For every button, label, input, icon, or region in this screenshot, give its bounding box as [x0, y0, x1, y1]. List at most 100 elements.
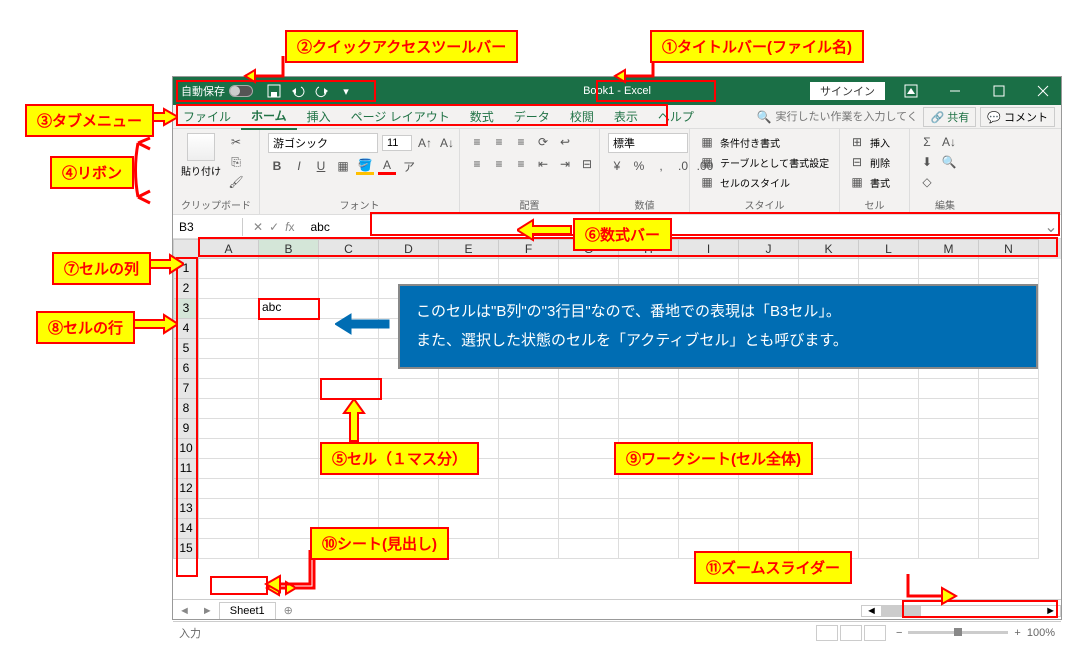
formula-input[interactable] [304, 218, 1041, 236]
fontinc-icon[interactable]: A↑ [416, 134, 434, 152]
cell-A7[interactable] [199, 379, 259, 399]
col-header-K[interactable]: K [799, 239, 859, 259]
row-header-11[interactable]: 11 [173, 459, 199, 479]
ribbon-display-icon[interactable] [893, 77, 929, 105]
cell-E8[interactable] [439, 399, 499, 419]
cell-A3[interactable] [199, 299, 259, 319]
cell-D1[interactable] [379, 259, 439, 279]
cond-format-button[interactable]: ▦条件付き書式 [698, 133, 780, 151]
cell-B10[interactable] [259, 439, 319, 459]
cell-A4[interactable] [199, 319, 259, 339]
undo-icon[interactable] [291, 84, 305, 98]
cell-B2[interactable] [259, 279, 319, 299]
tab-review[interactable]: 校閲 [560, 104, 604, 129]
cut-icon[interactable]: ✂ [227, 133, 245, 151]
cell-N14[interactable] [979, 519, 1039, 539]
zoom-slider[interactable]: − + 100% [896, 627, 1055, 639]
sheet-nav-prev-icon[interactable]: ◄ [173, 605, 196, 617]
cell-L10[interactable] [859, 439, 919, 459]
cell-L1[interactable] [859, 259, 919, 279]
cell-M8[interactable] [919, 399, 979, 419]
cell-E13[interactable] [439, 499, 499, 519]
percent-icon[interactable]: % [630, 157, 648, 175]
cancel-icon[interactable]: ✕ [253, 220, 263, 234]
font-name-select[interactable]: 游ゴシック [268, 133, 378, 153]
col-header-E[interactable]: E [439, 239, 499, 259]
cell-K7[interactable] [799, 379, 859, 399]
cell-B4[interactable] [259, 319, 319, 339]
cell-K8[interactable] [799, 399, 859, 419]
underline-icon[interactable]: U [312, 157, 330, 175]
cell-M15[interactable] [919, 539, 979, 559]
cell-F10[interactable] [499, 439, 559, 459]
cell-A10[interactable] [199, 439, 259, 459]
cell-F7[interactable] [499, 379, 559, 399]
row-header-8[interactable]: 8 [173, 399, 199, 419]
cell-D9[interactable] [379, 419, 439, 439]
indentinc-icon[interactable]: ⇥ [556, 155, 574, 173]
row-header-9[interactable]: 9 [173, 419, 199, 439]
cell-C13[interactable] [319, 499, 379, 519]
format-button[interactable]: ▦書式 [848, 173, 890, 191]
cell-N8[interactable] [979, 399, 1039, 419]
cell-L7[interactable] [859, 379, 919, 399]
cell-A14[interactable] [199, 519, 259, 539]
cell-G14[interactable] [559, 519, 619, 539]
delete-button[interactable]: ⊟削除 [848, 153, 890, 171]
cell-H8[interactable] [619, 399, 679, 419]
sheet-nav-next-icon[interactable]: ► [196, 605, 219, 617]
pagelayout-view-icon[interactable] [840, 625, 862, 641]
cell-F11[interactable] [499, 459, 559, 479]
cell-N13[interactable] [979, 499, 1039, 519]
cell-C1[interactable] [319, 259, 379, 279]
expand-formula-icon[interactable]: ⌄ [1041, 217, 1061, 237]
clear-icon[interactable]: ◇ [918, 173, 936, 191]
tab-data[interactable]: データ [504, 104, 560, 129]
cell-I12[interactable] [679, 479, 739, 499]
number-format-select[interactable]: 標準 [608, 133, 688, 153]
hscroll-bar[interactable]: ◄ ► [861, 605, 1061, 617]
cell-B8[interactable] [259, 399, 319, 419]
paste-button[interactable]: 貼り付け [181, 133, 221, 178]
formatpainter-icon[interactable]: 🖌 [227, 173, 245, 191]
cell-M14[interactable] [919, 519, 979, 539]
cell-M13[interactable] [919, 499, 979, 519]
tab-view[interactable]: 表示 [604, 104, 648, 129]
phonetic-icon[interactable]: ア [400, 157, 418, 175]
cell-H12[interactable] [619, 479, 679, 499]
cell-H13[interactable] [619, 499, 679, 519]
cell-A1[interactable] [199, 259, 259, 279]
cell-I14[interactable] [679, 519, 739, 539]
row-header-6[interactable]: 6 [173, 359, 199, 379]
pagebreak-view-icon[interactable] [864, 625, 886, 641]
cell-G15[interactable] [559, 539, 619, 559]
zoom-percent[interactable]: 100% [1027, 627, 1055, 639]
cell-F15[interactable] [499, 539, 559, 559]
cell-G7[interactable] [559, 379, 619, 399]
border-icon[interactable]: ▦ [334, 157, 352, 175]
cell-A5[interactable] [199, 339, 259, 359]
close-icon[interactable] [1025, 77, 1061, 105]
cell-I13[interactable] [679, 499, 739, 519]
cell-A12[interactable] [199, 479, 259, 499]
cell-A2[interactable] [199, 279, 259, 299]
cell-I9[interactable] [679, 419, 739, 439]
zoom-out-icon[interactable]: − [896, 627, 902, 639]
sort-icon[interactable]: A↓ [940, 133, 958, 151]
cell-F12[interactable] [499, 479, 559, 499]
sheet-tab[interactable]: Sheet1 [219, 602, 276, 619]
tellme-input[interactable] [775, 111, 915, 123]
alignright-icon[interactable]: ≡ [512, 155, 530, 173]
cell-M12[interactable] [919, 479, 979, 499]
cell-B3[interactable]: abc [259, 299, 319, 319]
cell-M11[interactable] [919, 459, 979, 479]
bold-icon[interactable]: B [268, 157, 286, 175]
tab-formulas[interactable]: 数式 [460, 104, 504, 129]
col-header-J[interactable]: J [739, 239, 799, 259]
cell-E9[interactable] [439, 419, 499, 439]
cell-M10[interactable] [919, 439, 979, 459]
zoom-track[interactable] [908, 631, 1008, 634]
cell-N12[interactable] [979, 479, 1039, 499]
cell-L14[interactable] [859, 519, 919, 539]
cell-B9[interactable] [259, 419, 319, 439]
